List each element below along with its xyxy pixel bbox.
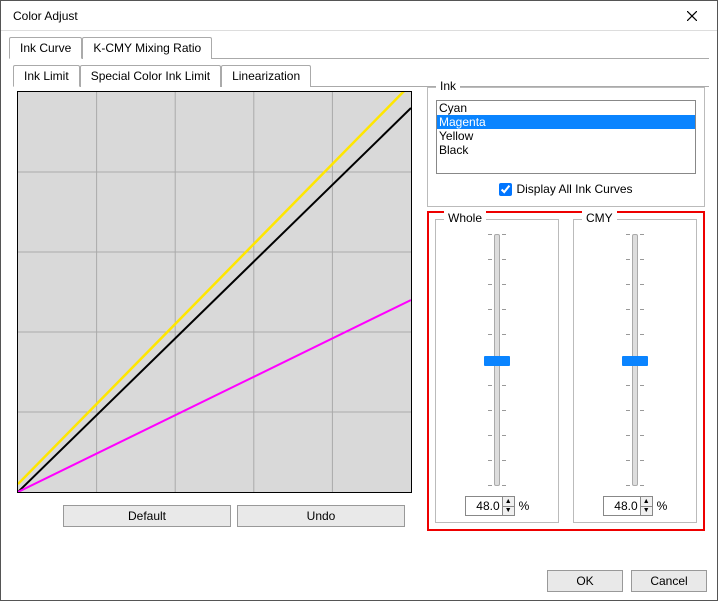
- cmy-slider-thumb[interactable]: [622, 356, 648, 366]
- cmy-value-row: ▲ ▼ %: [603, 496, 668, 516]
- tab-special-color-ink-limit[interactable]: Special Color Ink Limit: [80, 65, 221, 87]
- window-title: Color Adjust: [13, 9, 78, 23]
- sliders-highlight-box: Whole: [427, 211, 705, 531]
- graph-panel: Default Undo: [13, 87, 423, 527]
- default-button[interactable]: Default: [63, 505, 231, 527]
- right-panel: Ink Cyan Magenta Yellow Black Display Al…: [427, 87, 705, 531]
- cancel-button[interactable]: Cancel: [631, 570, 707, 592]
- tab-linearization[interactable]: Linearization: [221, 65, 311, 87]
- cmy-slider-area: [580, 230, 690, 490]
- whole-spin-down[interactable]: ▼: [503, 507, 514, 516]
- cmy-slider-track[interactable]: [632, 234, 638, 486]
- display-all-label: Display All Ink Curves: [516, 182, 632, 196]
- outer-tabs: Ink Curve K-CMY Mixing Ratio: [9, 37, 709, 59]
- display-all-checkbox[interactable]: [499, 183, 512, 196]
- ink-item-yellow[interactable]: Yellow: [437, 129, 695, 143]
- graph-buttons: Default Undo: [63, 505, 423, 527]
- titlebar: Color Adjust: [1, 1, 717, 31]
- cmy-value-input[interactable]: [604, 497, 640, 515]
- cmy-spinner[interactable]: ▲ ▼: [603, 496, 653, 516]
- cmy-unit: %: [657, 499, 668, 513]
- whole-value-input[interactable]: [466, 497, 502, 515]
- tab-ink-limit[interactable]: Ink Limit: [13, 65, 80, 87]
- graph-svg: [18, 92, 411, 492]
- color-adjust-window: Color Adjust Ink Curve K-CMY Mixing Rati…: [0, 0, 718, 601]
- cmy-slider-group: CMY: [573, 219, 697, 523]
- whole-unit: %: [519, 499, 530, 513]
- whole-value-row: ▲ ▼ %: [465, 496, 530, 516]
- ink-item-cyan[interactable]: Cyan: [437, 101, 695, 115]
- tab-k-cmy-mixing-ratio[interactable]: K-CMY Mixing Ratio: [82, 37, 212, 59]
- ink-item-black[interactable]: Black: [437, 143, 695, 157]
- cmy-spinner-buttons: ▲ ▼: [640, 497, 652, 515]
- ink-group-title: Ink: [436, 79, 460, 93]
- close-button[interactable]: [675, 2, 709, 30]
- ink-curve-graph: [17, 91, 412, 493]
- undo-button[interactable]: Undo: [237, 505, 405, 527]
- ink-list[interactable]: Cyan Magenta Yellow Black: [436, 100, 696, 174]
- inner-tabs: Ink Limit Special Color Ink Limit Linear…: [13, 65, 709, 87]
- whole-slider-group: Whole: [435, 219, 559, 523]
- whole-slider-thumb[interactable]: [484, 356, 510, 366]
- close-icon: [687, 11, 697, 21]
- whole-spinner[interactable]: ▲ ▼: [465, 496, 515, 516]
- whole-slider-area: [442, 230, 552, 490]
- display-all-checkbox-row[interactable]: Display All Ink Curves: [436, 182, 696, 196]
- ok-button[interactable]: OK: [547, 570, 623, 592]
- whole-slider-track[interactable]: [494, 234, 500, 486]
- ink-groupbox: Ink Cyan Magenta Yellow Black Display Al…: [427, 87, 705, 207]
- whole-spinner-buttons: ▲ ▼: [502, 497, 514, 515]
- whole-spin-up[interactable]: ▲: [503, 497, 514, 507]
- footer-buttons: OK Cancel: [547, 570, 707, 592]
- tab-ink-curve[interactable]: Ink Curve: [9, 37, 82, 59]
- ink-item-magenta[interactable]: Magenta: [437, 115, 695, 129]
- whole-title: Whole: [444, 211, 486, 225]
- cmy-title: CMY: [582, 211, 617, 225]
- content-area: Default Undo Ink Cyan Magenta Yellow Bla…: [13, 87, 705, 550]
- cmy-spin-down[interactable]: ▼: [641, 507, 652, 516]
- cmy-spin-up[interactable]: ▲: [641, 497, 652, 507]
